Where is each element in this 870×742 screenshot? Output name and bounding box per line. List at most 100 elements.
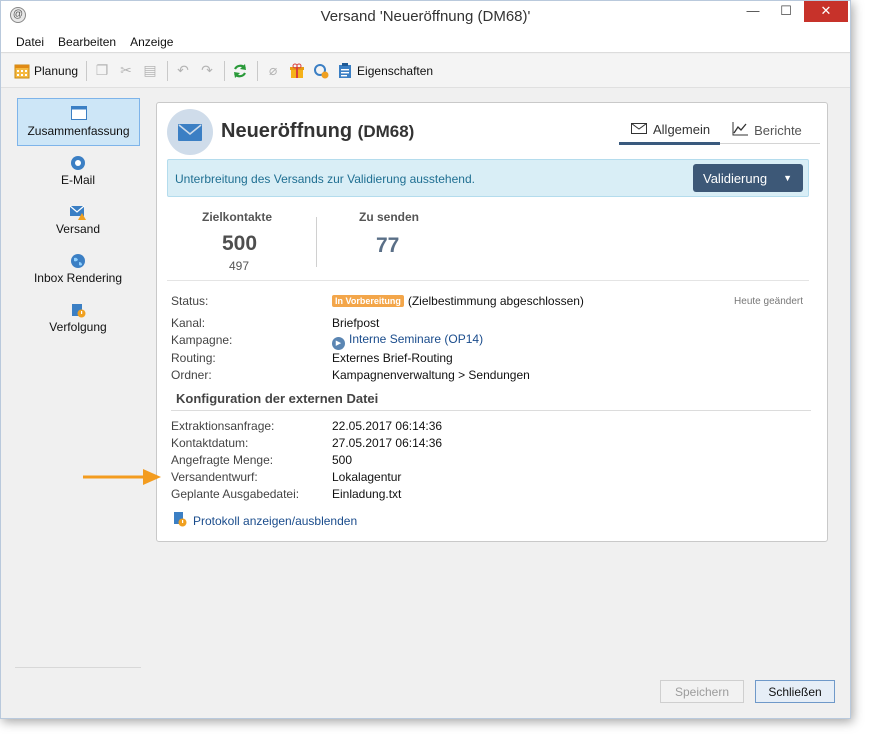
- sidebar: Zusammenfassung E-Mail Versand Inbox Ren…: [15, 96, 141, 668]
- window-title: Versand 'Neueröffnung (DM68)': [320, 8, 531, 25]
- routing-label: Routing:: [171, 351, 216, 365]
- sidebar-item-inbox-rendering[interactable]: Inbox Rendering: [15, 244, 141, 293]
- sidebar-item-label: Inbox Rendering: [33, 270, 123, 285]
- redo-icon: ↷: [201, 62, 213, 78]
- undo-icon: ↶: [177, 62, 189, 78]
- contact-date-label: Kontaktdatum:: [171, 436, 249, 450]
- campaign-link[interactable]: ▶ Interne Seminare (OP14): [332, 332, 483, 350]
- sidebar-item-label: Versand: [55, 221, 101, 236]
- sidebar-item-delivery[interactable]: Versand: [15, 195, 141, 244]
- contact-date-value: 27.05.2017 06:14:36: [332, 436, 443, 450]
- validation-alert: Unterbreitung des Versands zur Validieru…: [167, 159, 809, 197]
- redo-button[interactable]: ↷: [198, 59, 216, 83]
- gift-icon: [288, 62, 306, 80]
- maximize-button[interactable]: ☐: [772, 1, 800, 22]
- sidebar-item-summary[interactable]: Zusammenfassung: [17, 98, 140, 146]
- stats-area: Zielkontakte 500 497 Zu senden 77: [167, 205, 809, 281]
- external-file-section-title: Konfiguration der externen Datei: [171, 391, 811, 411]
- menu-bar: Datei Bearbeiten Anzeige: [1, 31, 850, 53]
- channel-label: Kanal:: [171, 316, 206, 330]
- sidebar-item-tracking[interactable]: Verfolgung: [15, 293, 141, 342]
- sidebar-item-label: E-Mail: [60, 172, 95, 187]
- menu-file[interactable]: Datei: [1, 31, 51, 49]
- globe-icon: [70, 253, 86, 271]
- toolbar-separator: [257, 60, 259, 81]
- proof-button[interactable]: [312, 59, 330, 83]
- toolbar-separator: [167, 60, 169, 81]
- tab-reports[interactable]: Berichte: [720, 117, 812, 143]
- proof-icon: [312, 62, 330, 80]
- line-chart-icon: [732, 121, 749, 139]
- channel-value: Briefpost: [332, 316, 380, 330]
- campaign-link-text: Interne Seminare (OP14): [349, 332, 484, 346]
- properties-icon: [336, 62, 354, 80]
- application-window: @ Versand 'Neueröffnung (DM68)' — ☐ ✕ Da…: [0, 0, 851, 719]
- close-button[interactable]: Schließen: [755, 680, 835, 703]
- sidebar-item-email[interactable]: E-Mail: [15, 146, 141, 195]
- validation-button[interactable]: Validierung ▼: [693, 164, 803, 192]
- delivery-template-label: Versandentwurf:: [171, 470, 258, 484]
- target-contacts-label: Zielkontakte: [202, 210, 273, 224]
- tab-label: Berichte: [754, 122, 802, 138]
- minimize-button[interactable]: —: [739, 1, 767, 22]
- folder-label: Ordner:: [171, 368, 212, 382]
- copy-icon: ❐: [95, 62, 109, 78]
- envelope-outline-icon: [631, 122, 647, 137]
- attachment-button[interactable]: ⌀: [264, 59, 282, 83]
- status-badge: In Vorbereitung: [332, 295, 404, 307]
- validation-button-label: Validierung: [703, 170, 768, 186]
- envelope-icon: [167, 109, 213, 155]
- to-send-value: 77: [376, 234, 400, 257]
- email-icon: [70, 155, 86, 173]
- folder-value: Kampagnenverwaltung > Sendungen: [332, 368, 530, 382]
- refresh-button[interactable]: [231, 59, 249, 83]
- tab-general[interactable]: Allgemein: [619, 117, 721, 145]
- extraction-value: 22.05.2017 06:14:36: [332, 419, 443, 433]
- paperclip-icon: ⌀: [268, 62, 278, 78]
- to-send-label: Zu senden: [359, 210, 420, 224]
- campaign-label: Kampagne:: [171, 333, 233, 347]
- status-text: (Zielbestimmung abgeschlossen): [407, 294, 584, 308]
- delivery-code: (DM68): [357, 122, 415, 141]
- output-file-label: Geplante Ausgabedatei:: [171, 487, 300, 501]
- annotation-arrow-icon: [83, 469, 161, 485]
- target-contacts-value: 500: [222, 232, 258, 255]
- toolbar-separator: [224, 60, 226, 81]
- output-file-value: Einladung.txt: [332, 487, 402, 501]
- tab-bar: Allgemein Berichte: [619, 117, 820, 145]
- cut-button[interactable]: ✂: [117, 59, 135, 83]
- delivery-name: Neueröffnung: [221, 120, 353, 142]
- target-contacts-sub: 497: [229, 259, 250, 273]
- tracking-icon: [70, 302, 86, 320]
- delivery-icon: [69, 204, 87, 222]
- menu-edit[interactable]: Bearbeiten: [51, 31, 123, 49]
- toggle-log-link[interactable]: Protokoll anzeigen/ausblenden: [173, 511, 357, 530]
- save-button[interactable]: Speichern: [660, 680, 744, 703]
- copy-button[interactable]: ❐: [93, 59, 111, 83]
- sidebar-item-label: Zusammenfassung: [27, 124, 130, 138]
- toolbar: Planung ❐ ✂ ▤ ↶ ↷ ⌀ Eigenschaften: [1, 54, 850, 88]
- caret-down-icon: ▼: [783, 173, 793, 183]
- title-bar: @ Versand 'Neueröffnung (DM68)' — ☐ ✕: [1, 1, 850, 31]
- undo-button[interactable]: ↶: [174, 59, 192, 83]
- requested-quantity-value: 500: [332, 453, 353, 467]
- alert-text: Unterbreitung des Versands zur Validieru…: [175, 172, 475, 186]
- gift-button[interactable]: [288, 59, 306, 83]
- menu-view[interactable]: Anzeige: [123, 31, 180, 49]
- play-icon: ▶: [332, 337, 345, 350]
- calendar-icon: [13, 62, 31, 80]
- sidebar-item-label: Verfolgung: [49, 319, 107, 334]
- properties-button[interactable]: Eigenschaften: [336, 59, 433, 83]
- extraction-label: Extraktionsanfrage:: [171, 419, 275, 433]
- page-title: Neueröffnung (DM68): [221, 120, 414, 143]
- routing-value: Externes Brief-Routing: [332, 351, 453, 365]
- tab-label: Allgemein: [653, 122, 711, 137]
- summary-icon: [70, 106, 87, 124]
- status-label: Status:: [171, 294, 209, 308]
- close-window-button[interactable]: ✕: [804, 1, 848, 22]
- toolbar-separator: [86, 60, 88, 81]
- paste-button[interactable]: ▤: [141, 59, 159, 83]
- planning-button[interactable]: Planung: [13, 59, 78, 83]
- scissors-icon: ✂: [120, 62, 132, 78]
- summary-panel: Neueröffnung (DM68) Allgemein Berichte U…: [156, 102, 828, 542]
